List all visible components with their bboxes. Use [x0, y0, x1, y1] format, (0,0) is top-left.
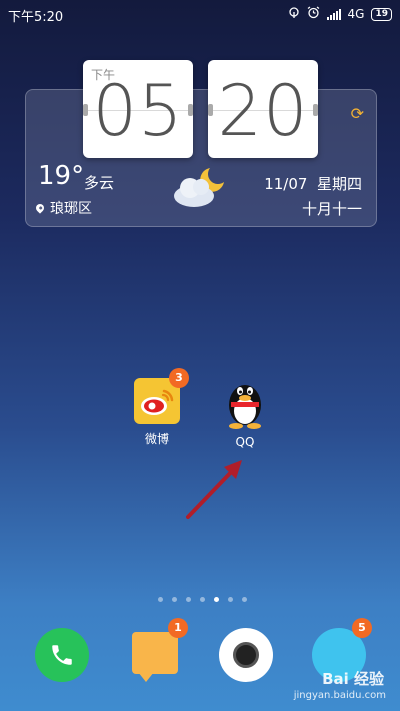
flip-hinge [83, 104, 88, 116]
status-time: 下午5:20 [8, 10, 64, 25]
lunar-date: 十月十一 [301, 200, 362, 218]
page-dot[interactable] [242, 597, 247, 602]
weibo-app[interactable]: 3 微博 [122, 368, 192, 447]
page-dot[interactable] [200, 597, 205, 602]
app-label: QQ [235, 435, 255, 449]
hour-flip-card: 下午 05 [83, 60, 193, 158]
qq-penguin-icon [222, 375, 268, 429]
phone-app[interactable] [35, 628, 89, 682]
signal-tower-icon [288, 6, 300, 22]
page-indicator[interactable] [158, 597, 247, 602]
status-bar: 下午5:20 4G 19 [0, 0, 400, 28]
watermark-brand: Bai 经验 [322, 670, 384, 688]
page-dot[interactable] [158, 597, 163, 602]
battery-icon: 19 [371, 7, 392, 21]
refresh-icon[interactable]: ⟳ [351, 104, 364, 123]
date: 11/07 [264, 175, 308, 193]
app-label: 微博 [144, 432, 169, 446]
flip-hinge [188, 104, 193, 116]
minute-flip-card: 20 [208, 60, 318, 158]
cell-signal-icon [326, 8, 341, 20]
location-name: 琅琊区 [50, 201, 92, 217]
page-dot[interactable] [186, 597, 191, 602]
notification-badge: 3 [169, 368, 189, 388]
camera-app[interactable] [219, 628, 273, 682]
flip-hinge [313, 104, 318, 116]
weather-description: 多云 [84, 174, 115, 192]
page-dot[interactable] [228, 597, 233, 602]
messages-app[interactable]: 1 [128, 618, 188, 682]
qq-app[interactable]: QQ [210, 375, 280, 449]
notification-badge: 1 [168, 618, 188, 638]
cloudy-night-icon [174, 168, 224, 207]
camera-lens [233, 642, 259, 668]
camera-icon [219, 628, 273, 682]
flip-hinge [208, 104, 213, 116]
temperature: 19° [38, 161, 85, 191]
page-dot[interactable] [172, 597, 177, 602]
message-bubble-icon [132, 632, 178, 682]
hour-digits: 05 [92, 70, 184, 152]
minute-digits: 20 [217, 70, 309, 152]
notification-badge: 5 [352, 618, 372, 638]
location: 琅琊区 [34, 198, 92, 218]
page-dot-active[interactable] [214, 597, 219, 602]
weekday: 星期四 [316, 175, 362, 193]
network-type: 4G [347, 7, 365, 21]
watermark-url: jingyan.baidu.com [293, 690, 386, 701]
date-line: 11/07 星期四 [264, 173, 362, 194]
status-icons: 4G 19 [288, 6, 392, 22]
location-pin-icon [34, 202, 46, 214]
annotation-arrow-icon [186, 460, 242, 519]
phone-icon [35, 628, 89, 682]
alarm-clock-icon [307, 6, 320, 22]
